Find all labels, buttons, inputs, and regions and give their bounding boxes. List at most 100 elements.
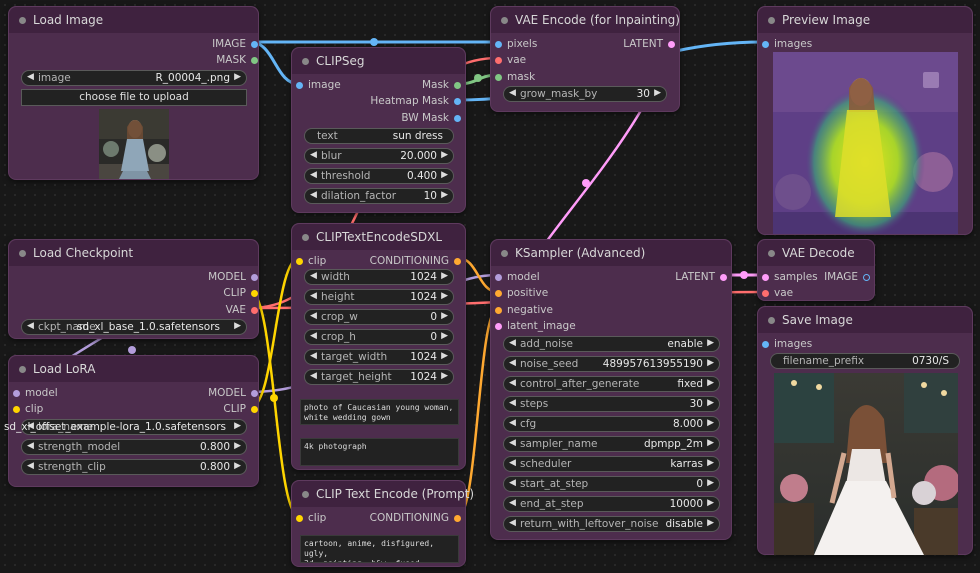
collapse-dot-icon[interactable] (19, 250, 26, 257)
latent-pin-icon[interactable] (720, 274, 727, 281)
arrow-right-icon[interactable]: ▶ (441, 291, 448, 301)
image-pin-icon[interactable] (762, 41, 769, 48)
arrow-right-icon[interactable]: ▶ (707, 378, 714, 388)
input-pixels[interactable]: pixels (495, 38, 537, 50)
output-clip[interactable]: CLIP (223, 403, 258, 415)
clipseg-node[interactable]: CLIPSeg image Mask Heatmap Mask BW Mask … (291, 47, 466, 213)
node-title-bar[interactable]: CLIP Text Encode (Prompt) (292, 481, 474, 507)
arrow-left-icon[interactable]: ◀ (509, 498, 516, 508)
collapse-dot-icon[interactable] (768, 17, 775, 24)
collapse-dot-icon[interactable] (19, 366, 26, 373)
arrow-left-icon[interactable]: ◀ (27, 461, 34, 471)
width-widget[interactable]: ◀ width 1024 ▶ (304, 269, 454, 285)
output-vae[interactable]: VAE (226, 304, 258, 316)
output-mask[interactable]: MASK (216, 54, 258, 66)
upload-button[interactable]: choose file to upload (21, 89, 247, 106)
steps-widget[interactable]: ◀ steps 30 ▶ (503, 396, 720, 412)
latent-pin-icon[interactable] (762, 274, 769, 281)
model-pin-icon[interactable] (13, 390, 20, 397)
blur-widget[interactable]: ◀ blur 20.000 ▶ (304, 148, 454, 164)
arrow-right-icon[interactable]: ▶ (707, 358, 714, 368)
arrow-left-icon[interactable]: ◀ (27, 321, 34, 331)
input-positive[interactable]: positive (495, 287, 548, 299)
input-vae[interactable]: vae (495, 54, 526, 66)
arrow-right-icon[interactable]: ▶ (707, 518, 714, 528)
clip-pin-icon[interactable] (251, 406, 258, 413)
preview-image-node[interactable]: Preview Image images (757, 6, 973, 235)
height-widget[interactable]: ◀ height 1024 ▶ (304, 289, 454, 305)
load-image-node[interactable]: Load Image IMAGE MASK ◀ image R_00004_.png… (8, 6, 259, 180)
clip-pin-icon[interactable] (251, 290, 258, 297)
arrow-left-icon[interactable]: ◀ (310, 291, 317, 301)
return-with-leftover-noise-widget[interactable]: ◀ return_with_leftover_noise disable ▶ (503, 516, 720, 532)
arrow-right-icon[interactable]: ▶ (441, 371, 448, 381)
arrow-right-icon[interactable]: ▶ (441, 311, 448, 321)
text-l-textarea[interactable]: 4k photograph (300, 438, 459, 466)
arrow-left-icon[interactable]: ◀ (509, 418, 516, 428)
latent-pin-icon[interactable] (668, 41, 675, 48)
collapse-dot-icon[interactable] (768, 317, 775, 324)
arrow-left-icon[interactable]: ◀ (27, 72, 34, 82)
negative-prompt-textarea[interactable]: cartoon, anime, disfigured, ugly, 3d, pa… (300, 535, 459, 563)
arrow-left-icon[interactable]: ◀ (509, 438, 516, 448)
arrow-left-icon[interactable]: ◀ (509, 518, 516, 528)
image-pin-icon[interactable] (495, 41, 502, 48)
output-model[interactable]: MODEL (208, 387, 258, 399)
arrow-right-icon[interactable]: ▶ (441, 190, 448, 200)
output-latent[interactable]: LATENT (675, 271, 727, 283)
input-clip[interactable]: clip (296, 255, 326, 267)
threshold-widget[interactable]: ◀ threshold 0.400 ▶ (304, 168, 454, 184)
arrow-left-icon[interactable]: ◀ (509, 338, 516, 348)
node-title-bar[interactable]: VAE Decode (758, 240, 874, 266)
arrow-left-icon[interactable]: ◀ (509, 398, 516, 408)
arrow-left-icon[interactable]: ◀ (310, 371, 317, 381)
dilation-factor-widget[interactable]: ◀ dilation_factor 10 ▶ (304, 188, 454, 204)
node-title-bar[interactable]: Save Image (758, 307, 972, 333)
sampler-name-widget[interactable]: ◀ sampler_name dpmpp_2m ▶ (503, 436, 720, 452)
mask-pin-icon[interactable] (495, 74, 502, 81)
vae-pin-icon[interactable] (495, 57, 502, 64)
arrow-left-icon[interactable]: ◀ (509, 378, 516, 388)
collapse-dot-icon[interactable] (768, 250, 775, 257)
target-width-widget[interactable]: ◀ target_width 1024 ▶ (304, 349, 454, 365)
noise-seed-widget[interactable]: ◀ noise_seed 489957613955190 ▶ (503, 356, 720, 372)
clip-text-encode-sdxl-node[interactable]: CLIPTextEncodeSDXL clip CONDITIONING ◀ wi… (291, 223, 466, 470)
collapse-dot-icon[interactable] (501, 250, 508, 257)
load-lora-node[interactable]: Load LoRA model clip MODEL CLIP ◀ lora_na… (4, 355, 259, 487)
arrow-right-icon[interactable]: ▶ (441, 351, 448, 361)
output-latent[interactable]: LATENT (623, 38, 675, 50)
arrow-left-icon[interactable]: ◀ (310, 271, 317, 281)
arrow-right-icon[interactable]: ▶ (441, 170, 448, 180)
input-samples[interactable]: samples (762, 271, 818, 283)
arrow-left-icon[interactable]: ◀ (509, 478, 516, 488)
node-title-bar[interactable]: Preview Image (758, 7, 972, 33)
end-at-step-widget[interactable]: ◀ end_at_step 10000 ▶ (503, 496, 720, 512)
clip-text-encode-prompt-node[interactable]: CLIP Text Encode (Prompt) clip CONDITION… (291, 480, 474, 567)
input-images[interactable]: images (762, 338, 812, 350)
image-select-widget[interactable]: ◀ image R_00004_.png ▶ (21, 70, 247, 86)
conditioning-pin-icon[interactable] (495, 290, 502, 297)
arrow-right-icon[interactable]: ▶ (654, 88, 661, 98)
node-title-bar[interactable]: VAE Encode (for Inpainting) (491, 7, 680, 33)
image-pin-icon[interactable] (762, 341, 769, 348)
output-image[interactable]: IMAGE (824, 271, 870, 283)
filename-prefix-widget[interactable]: filename_prefix 0730/S (770, 353, 960, 369)
arrow-left-icon[interactable]: ◀ (509, 88, 516, 98)
mask-pin-icon[interactable] (251, 57, 258, 64)
model-pin-icon[interactable] (495, 274, 502, 281)
model-pin-icon[interactable] (251, 390, 258, 397)
strength-model-widget[interactable]: ◀ strength_model 0.800 ▶ (21, 439, 247, 455)
node-title-bar[interactable]: Load Image (9, 7, 258, 33)
vae-decode-node[interactable]: VAE Decode samples vae IMAGE (757, 239, 875, 301)
image-pin-icon[interactable] (296, 82, 303, 89)
vae-pin-icon[interactable] (251, 307, 258, 314)
start-at-step-widget[interactable]: ◀ start_at_step 0 ▶ (503, 476, 720, 492)
node-title-bar[interactable]: Load LoRA (9, 356, 258, 382)
arrow-right-icon[interactable]: ▶ (441, 331, 448, 341)
arrow-left-icon[interactable]: ◀ (310, 311, 317, 321)
lora-name-widget[interactable]: ◀ lora_name sd_xl_offset_example-lora_1.0.… (4, 419, 247, 435)
arrow-left-icon[interactable]: ◀ (509, 458, 516, 468)
input-latent-image[interactable]: latent_image (495, 320, 576, 332)
arrow-right-icon[interactable]: ▶ (234, 421, 241, 431)
vae-encode-inpainting-node[interactable]: VAE Encode (for Inpainting) pixels vae m… (490, 6, 680, 112)
